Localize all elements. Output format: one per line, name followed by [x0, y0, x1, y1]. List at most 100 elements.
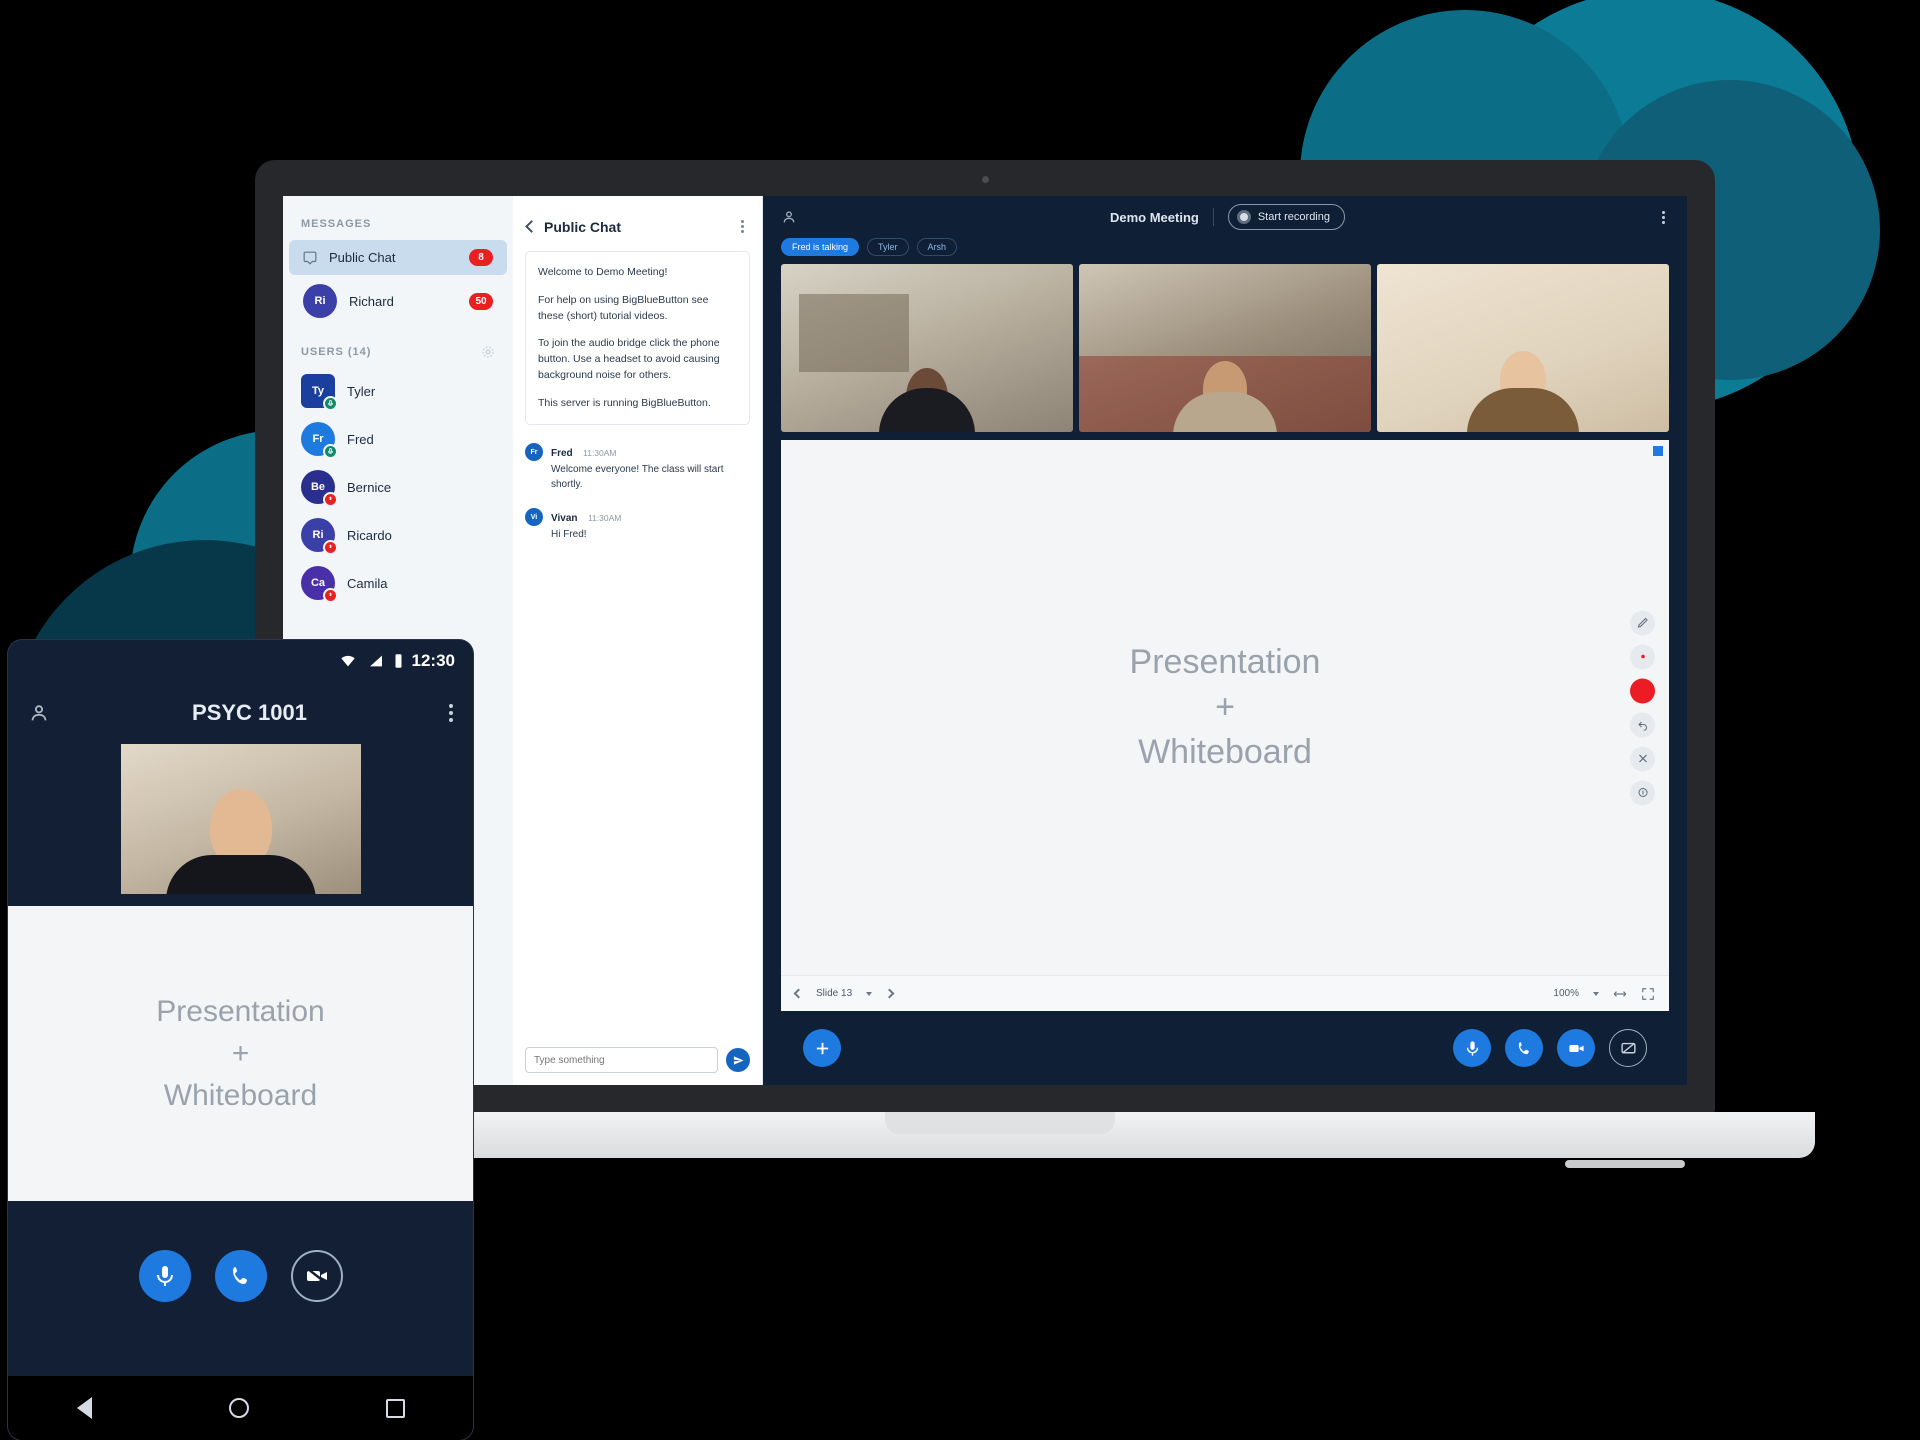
multi-user-whiteboard-button[interactable]	[1630, 780, 1655, 805]
meeting-action-bar	[763, 1011, 1687, 1085]
phone-icon	[1518, 1041, 1529, 1054]
undo-button[interactable]	[1630, 712, 1655, 737]
user-list-item[interactable]: Ca Camila	[283, 559, 513, 607]
user-list-item[interactable]: Be Bernice	[283, 463, 513, 511]
welcome-message-box: Welcome to Demo Meeting! For help on usi…	[525, 251, 750, 426]
phone-icon	[232, 1267, 247, 1284]
user-list-toggle-icon[interactable]	[781, 209, 797, 225]
user-list-item[interactable]: Ty Tyler	[283, 367, 513, 415]
meeting-title: Demo Meeting	[1110, 209, 1199, 225]
color-swatch-icon	[1638, 686, 1647, 695]
phone-action-bar	[8, 1201, 473, 1351]
pencil-icon	[1637, 617, 1648, 628]
whiteboard-toolbar	[1630, 610, 1655, 805]
phone-status-bar: 12:30	[8, 640, 473, 682]
avatar: Ca	[301, 566, 338, 603]
talking-pill[interactable]: Fred is talking	[781, 238, 860, 256]
whiteboard-canvas[interactable]: Presentation + Whiteboard	[781, 440, 1669, 975]
laptop-trackpad-notch	[885, 1112, 1115, 1134]
phone-mockup: 12:30 PSYC 1001 Presentation + Whiteboar…	[8, 640, 473, 1440]
multi-user-icon	[1638, 788, 1647, 797]
cellular-signal-icon	[369, 655, 382, 667]
fullscreen-icon[interactable]	[1641, 987, 1655, 1001]
home-nav-icon[interactable]	[228, 1398, 249, 1418]
avatar-initials: Ty	[311, 385, 325, 397]
previous-slide-button[interactable]	[793, 988, 804, 999]
send-button[interactable]	[726, 1048, 750, 1072]
avatar: Ri	[301, 518, 338, 555]
user-name: Fred	[347, 431, 374, 447]
talking-pill[interactable]: Arsh	[916, 238, 958, 256]
chat-item-public-chat[interactable]: Public Chat 8	[289, 240, 507, 275]
phone-button[interactable]	[1505, 1029, 1543, 1067]
chat-options-kebab-icon[interactable]	[737, 216, 748, 237]
user-list-item[interactable]: Ri Ricardo	[283, 511, 513, 559]
meeting-top-bar: Demo Meeting Start recording	[763, 196, 1687, 238]
next-slide-button[interactable]	[884, 988, 895, 999]
chat-message-input[interactable]	[525, 1047, 718, 1073]
phone-options-kebab-icon[interactable]	[449, 704, 453, 722]
color-tool-button[interactable]	[1630, 678, 1655, 703]
phone-video-button[interactable]	[290, 1250, 343, 1302]
avatar: Fr	[525, 443, 543, 462]
phone-whiteboard[interactable]: Presentation + Whiteboard	[8, 906, 473, 1201]
avatar: Ri	[303, 284, 337, 318]
welcome-line: This server is running BigBlueButton.	[538, 396, 711, 409]
add-content-button[interactable]	[803, 1029, 841, 1067]
fit-width-icon[interactable]	[1613, 987, 1627, 1001]
phone-audio-button[interactable]	[214, 1250, 267, 1302]
chat-message: Vi Vivan 11:30AM Hi Fred!	[525, 508, 750, 543]
phone-webcam-tile[interactable]	[120, 744, 361, 894]
avatar-initials: Be	[310, 481, 326, 493]
webcam-tile[interactable]	[781, 264, 1073, 432]
delete-button[interactable]	[1630, 746, 1655, 771]
users-section-header: USERS (14)	[283, 345, 513, 359]
video-camera-icon	[1568, 1044, 1584, 1052]
laptop-foot	[1565, 1160, 1685, 1168]
chat-item-richard[interactable]: Ri Richard 50	[289, 275, 507, 327]
zoom-dropdown-icon[interactable]	[1593, 991, 1599, 996]
talking-pill[interactable]: Tyler	[867, 238, 909, 256]
message-text: Hi Fred!	[551, 529, 587, 541]
user-list-item[interactable]: Fr Fred	[283, 415, 513, 463]
gear-icon[interactable]	[481, 345, 495, 359]
start-recording-label: Start recording	[1257, 211, 1330, 223]
avatar-initials: Ri	[312, 529, 324, 541]
page-root: MESSAGES Public Chat 8 Ri Richard 50 USE…	[0, 0, 1920, 1440]
back-nav-icon[interactable]	[76, 1397, 92, 1419]
battery-icon	[395, 654, 402, 668]
phone-navigation-bar	[8, 1376, 473, 1440]
chat-message-list: Fr Fred 11:30AM Welcome everyone! The cl…	[513, 425, 762, 1035]
user-name: Bernice	[347, 479, 392, 495]
chevron-left-icon[interactable]	[525, 220, 538, 233]
divider	[1212, 208, 1214, 226]
webcam-tile[interactable]	[1079, 264, 1371, 432]
wifi-icon	[340, 655, 355, 667]
presentation-toolbar: Slide 13 100%	[781, 975, 1669, 1011]
meeting-options-kebab-icon[interactable]	[1658, 207, 1669, 228]
recents-nav-icon[interactable]	[385, 1398, 405, 1418]
pencil-tool-button[interactable]	[1630, 610, 1655, 635]
user-name: Ricardo	[347, 527, 392, 543]
thickness-tool-button[interactable]	[1630, 644, 1655, 669]
user-list-toggle-icon[interactable]	[28, 702, 50, 724]
video-camera-button[interactable]	[1557, 1029, 1595, 1067]
avatar: Ty	[301, 374, 338, 411]
microphone-status-icon	[323, 396, 338, 411]
avatar-initials: Ca	[310, 577, 326, 589]
screen-share-button[interactable]	[1609, 1029, 1647, 1067]
laptop-webcam-icon	[982, 176, 989, 183]
webcam-tile[interactable]	[1377, 264, 1669, 432]
start-recording-button[interactable]: Start recording	[1227, 204, 1345, 230]
message-author: Fred	[551, 448, 573, 460]
chat-message: Fr Fred 11:30AM Welcome everyone! The cl…	[525, 443, 750, 492]
message-author: Vivan	[551, 513, 578, 525]
chat-panel-title: Public Chat	[544, 218, 622, 235]
phone-clock: 12:30	[411, 651, 455, 670]
messages-section-label: MESSAGES	[301, 218, 372, 230]
phone-app-header: PSYC 1001	[8, 682, 473, 744]
microphone-button[interactable]	[1453, 1029, 1491, 1067]
phone-microphone-button[interactable]	[138, 1250, 191, 1302]
slide-dropdown-icon[interactable]	[866, 991, 873, 996]
public-chat-panel: Public Chat Welcome to Demo Meeting! For…	[513, 196, 763, 1085]
